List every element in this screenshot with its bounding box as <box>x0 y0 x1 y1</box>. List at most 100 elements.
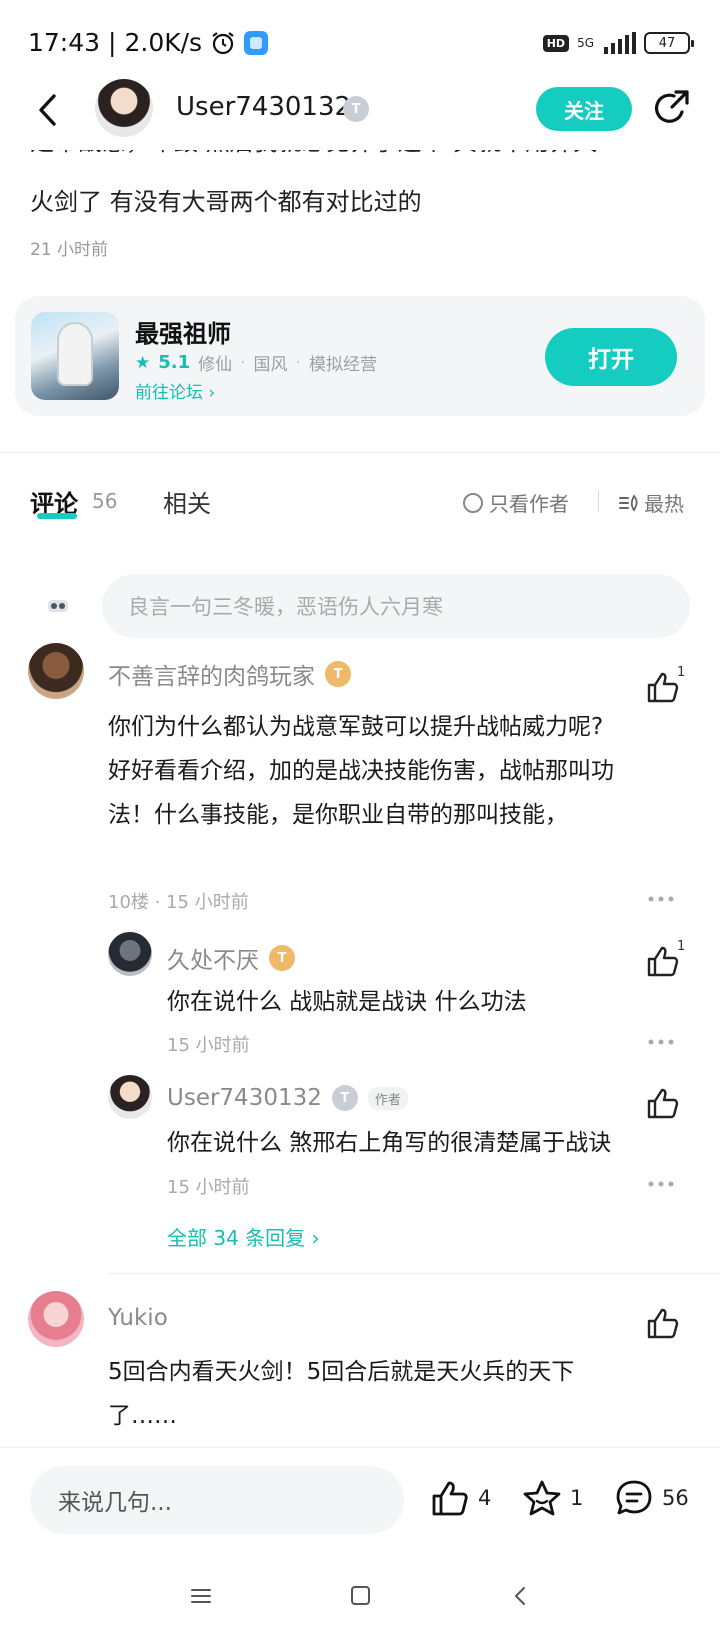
open-game-button[interactable]: 打开 <box>545 328 677 386</box>
author-only-label[interactable]: 只看作者 <box>489 488 569 517</box>
like-count: 1 <box>677 665 686 680</box>
back-arrow-icon[interactable] <box>32 90 66 130</box>
reply-text: 你在说什么 战贴就是战诀 什么功法 <box>167 989 527 1015</box>
rating-star-icon: ★ <box>135 352 151 373</box>
more-options-icon[interactable] <box>647 1037 675 1047</box>
view-all-replies-link[interactable]: 全部 34 条回复 › <box>167 1222 320 1251</box>
reply-username[interactable]: User7430132 <box>167 1085 322 1111</box>
comments-count: 56 <box>92 489 118 513</box>
author-only-toggle[interactable]: 只看作者 <box>463 488 569 517</box>
share-icon[interactable] <box>652 88 692 128</box>
like-icon[interactable] <box>646 1086 680 1120</box>
comment-line: 了…… <box>108 1403 177 1429</box>
forum-link[interactable]: 前往论坛 › <box>135 378 215 403</box>
commenter-username[interactable]: Yukio <box>108 1305 168 1331</box>
commenter-username[interactable]: 不善言辞的肉鸽玩家 <box>108 657 315 691</box>
comment-line: 法！什么事技能，是你职业自带的那叫技能， <box>108 802 568 828</box>
status-right: HD 5G 47 <box>542 32 694 54</box>
system-nav-bar <box>0 1557 720 1640</box>
favorite-count: 1 <box>570 1486 584 1510</box>
signal-icon <box>604 32 636 54</box>
author-tag: 作者 <box>367 1086 408 1110</box>
sort-icon[interactable] <box>618 492 640 514</box>
follow-button[interactable]: 关注 <box>536 87 632 131</box>
reply-avatar[interactable] <box>108 932 152 976</box>
post-like-count: 4 <box>478 1486 492 1510</box>
comment-bubble-icon[interactable] <box>614 1478 654 1518</box>
more-options-icon[interactable] <box>647 894 675 904</box>
reply-name[interactable]: 久处不厌 T <box>167 941 295 975</box>
section-divider <box>0 452 720 453</box>
reply-name[interactable]: User7430132 T 作者 <box>167 1085 408 1111</box>
recent-apps-icon[interactable] <box>190 1587 212 1605</box>
sort-button[interactable]: 最热 <box>618 488 684 517</box>
reply-time: 15 小时前 <box>167 1177 250 1198</box>
alarm-icon <box>212 31 234 54</box>
comment-line: 5回合内看天火剑！5回合后就是天火兵的天下 <box>108 1359 575 1385</box>
comment-divider <box>108 1273 720 1274</box>
tag-separator: · <box>295 352 301 373</box>
status-separator: | <box>108 28 117 57</box>
tab-related[interactable]: 相关 <box>163 484 211 519</box>
user-level-badge: T <box>269 945 295 971</box>
reply-text: 你在说什么 煞邢右上角写的很清楚属于战诀 <box>167 1130 612 1156</box>
game-rating: 5.1 <box>158 352 191 373</box>
game-tag: 国风 <box>253 355 288 375</box>
comment-meta: 10楼 · 15 小时前 <box>108 892 249 913</box>
game-name[interactable]: 最强祖师 <box>135 314 231 349</box>
bottom-comment-input[interactable]: 来说几句... <box>30 1466 404 1534</box>
commenter-avatar[interactable] <box>28 1291 84 1347</box>
like-icon[interactable] <box>646 1306 680 1340</box>
user-level-badge: T <box>325 661 351 687</box>
comments-button[interactable]: 56 <box>614 1478 689 1518</box>
game-meta: ★ 5.1 修仙 · 国风 · 模拟经营 <box>135 350 377 375</box>
comment-text: 5回合内看天火剑！5回合后就是天火兵的天下 了…… <box>108 1350 574 1438</box>
user-level-badge: T <box>343 96 369 122</box>
network-label: 5G <box>577 36 594 50</box>
radio-icon[interactable] <box>463 492 483 513</box>
status-time: 17:43 <box>28 28 101 57</box>
author-avatar[interactable] <box>95 79 153 137</box>
reply-time: 15 小时前 <box>167 1035 250 1056</box>
system-back-icon[interactable] <box>513 1585 527 1607</box>
reply-username[interactable]: 久处不厌 <box>167 941 259 975</box>
my-avatar-icon <box>48 600 68 612</box>
reply-avatar[interactable] <box>108 1075 152 1119</box>
post-timestamp: 21 小时前 <box>30 240 109 260</box>
home-icon[interactable] <box>351 1586 370 1605</box>
post-text-line: 火剑了 有没有大哥两个都有对比过的 <box>30 188 422 216</box>
comment-line: 好好看看介绍，加的是战决技能伤害，战帖那叫功 <box>108 758 614 784</box>
comment-text: 你们为什么都认为战意军鼓可以提升战帖威力呢? 好好看看介绍，加的是战决技能伤害，… <box>108 705 614 837</box>
more-options-icon[interactable] <box>647 1179 675 1189</box>
commenter-name[interactable]: Yukio <box>108 1305 168 1331</box>
battery-icon: 47 <box>644 32 694 54</box>
app-notification-icon <box>244 30 269 55</box>
active-tab-indicator <box>37 513 77 519</box>
sort-label[interactable]: 最热 <box>644 488 684 517</box>
tab-separator <box>598 490 599 512</box>
post-comment-count: 56 <box>662 1486 689 1510</box>
battery-level: 47 <box>658 35 676 51</box>
tag-separator: · <box>240 352 246 373</box>
like-icon[interactable] <box>646 670 680 704</box>
commenter-name[interactable]: 不善言辞的肉鸽玩家 T <box>108 657 351 691</box>
star-icon[interactable] <box>522 1478 562 1518</box>
like-icon[interactable] <box>430 1478 470 1518</box>
comment-input[interactable]: 良言一句三冬暖，恶语伤人六月寒 <box>102 574 690 638</box>
game-card[interactable]: 最强祖师 ★ 5.1 修仙 · 国风 · 模拟经营 前往论坛 › 打开 <box>15 296 705 416</box>
bottom-action-bar: 来说几句... 4 1 56 <box>0 1447 720 1557</box>
game-cover-image[interactable] <box>31 312 119 400</box>
commenter-avatar[interactable] <box>28 643 84 699</box>
game-tag: 修仙 <box>198 355 233 375</box>
status-left: 17:43 | 2.0K/s <box>28 28 269 57</box>
comment-line: 你们为什么都认为战意军鼓可以提升战帖威力呢? <box>108 714 604 740</box>
post-header: User7430132 T 关注 <box>0 70 720 150</box>
like-icon[interactable] <box>646 944 680 978</box>
user-level-badge: T <box>331 1085 358 1111</box>
favorite-button[interactable]: 1 <box>522 1478 583 1518</box>
author-username[interactable]: User7430132 <box>176 92 351 122</box>
like-count: 1 <box>677 939 686 954</box>
like-post-button[interactable]: 4 <box>430 1478 491 1518</box>
hd-badge: HD <box>542 34 570 52</box>
game-tag: 模拟经营 <box>308 355 377 375</box>
